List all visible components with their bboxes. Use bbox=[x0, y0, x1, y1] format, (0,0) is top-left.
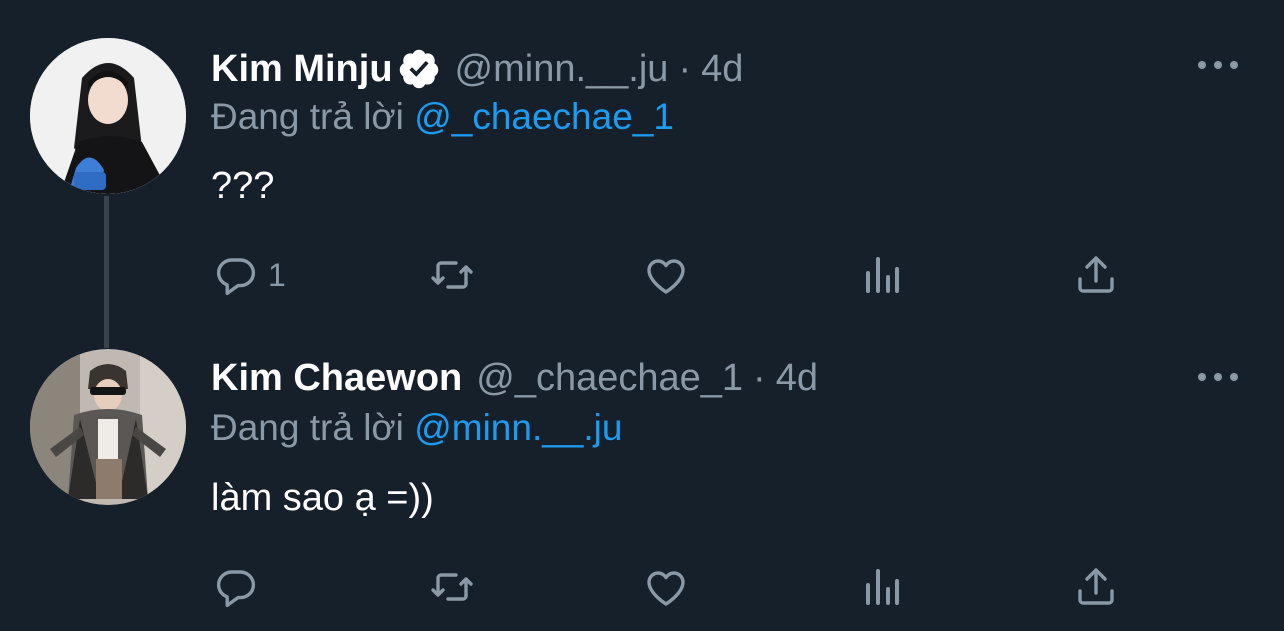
share-button[interactable] bbox=[1072, 250, 1120, 300]
timestamp[interactable]: 4d bbox=[701, 48, 743, 91]
replying-to-label: Đang trả lời bbox=[211, 96, 404, 137]
heart-icon bbox=[647, 571, 685, 606]
tweet[interactable]: Kim Chaewon @_chaechae_1 · 4d Đang trả l… bbox=[0, 315, 1284, 631]
tweet-header: Kim Chaewon @_chaechae_1 · 4d bbox=[211, 353, 818, 403]
author-name[interactable]: Kim Minju bbox=[211, 48, 393, 91]
like-button[interactable] bbox=[642, 250, 690, 300]
retweet-button[interactable] bbox=[428, 562, 476, 612]
retweet-icon bbox=[431, 573, 473, 601]
tweet-actions bbox=[0, 562, 1284, 612]
tweet[interactable]: Kim Minju @minn.__.ju · 4d Đang trả lời … bbox=[0, 0, 1284, 315]
replying-to-mention[interactable]: @_chaechae_1 bbox=[414, 96, 674, 137]
verified-badge-icon bbox=[397, 47, 441, 91]
share-icon bbox=[1078, 568, 1114, 605]
views-button[interactable] bbox=[858, 562, 906, 612]
replying-to-mention[interactable]: @minn.__.ju bbox=[414, 407, 622, 448]
separator-dot: · bbox=[678, 47, 692, 90]
tweet-text: làm sao ạ =)) bbox=[211, 477, 434, 519]
reply-button[interactable]: 1 bbox=[212, 250, 286, 300]
tweet-header: Kim Minju @minn.__.ju · 4d bbox=[211, 44, 743, 94]
separator-dot: · bbox=[753, 356, 766, 399]
reply-count: 1 bbox=[268, 256, 286, 293]
heart-icon bbox=[647, 259, 685, 294]
share-button[interactable] bbox=[1072, 562, 1120, 612]
avatar[interactable] bbox=[30, 38, 186, 194]
author-name[interactable]: Kim Chaewon bbox=[211, 357, 462, 400]
views-chart-icon bbox=[866, 569, 899, 605]
retweet-button[interactable] bbox=[428, 250, 476, 300]
more-horizontal-icon[interactable] bbox=[1198, 362, 1238, 392]
replying-to: Đang trả lời @minn.__.ju bbox=[211, 407, 622, 449]
replying-to-label: Đang trả lời bbox=[211, 407, 404, 448]
views-chart-icon bbox=[866, 257, 899, 293]
tweet-actions: 1 bbox=[0, 250, 1284, 300]
reply-button[interactable] bbox=[212, 562, 260, 612]
timestamp[interactable]: 4d bbox=[776, 357, 818, 400]
like-button[interactable] bbox=[642, 562, 690, 612]
reply-icon bbox=[216, 258, 256, 296]
views-button[interactable] bbox=[858, 250, 906, 300]
share-icon bbox=[1078, 256, 1114, 293]
author-handle[interactable]: @_chaechae_1 bbox=[476, 357, 743, 400]
reply-icon bbox=[216, 570, 256, 608]
more-horizontal-icon[interactable] bbox=[1198, 50, 1238, 80]
replying-to: Đang trả lời @_chaechae_1 bbox=[211, 96, 674, 138]
tweet-text: ??? bbox=[211, 165, 275, 207]
retweet-icon bbox=[431, 261, 473, 289]
avatar[interactable] bbox=[30, 349, 186, 505]
author-handle[interactable]: @minn.__.ju bbox=[455, 48, 669, 91]
